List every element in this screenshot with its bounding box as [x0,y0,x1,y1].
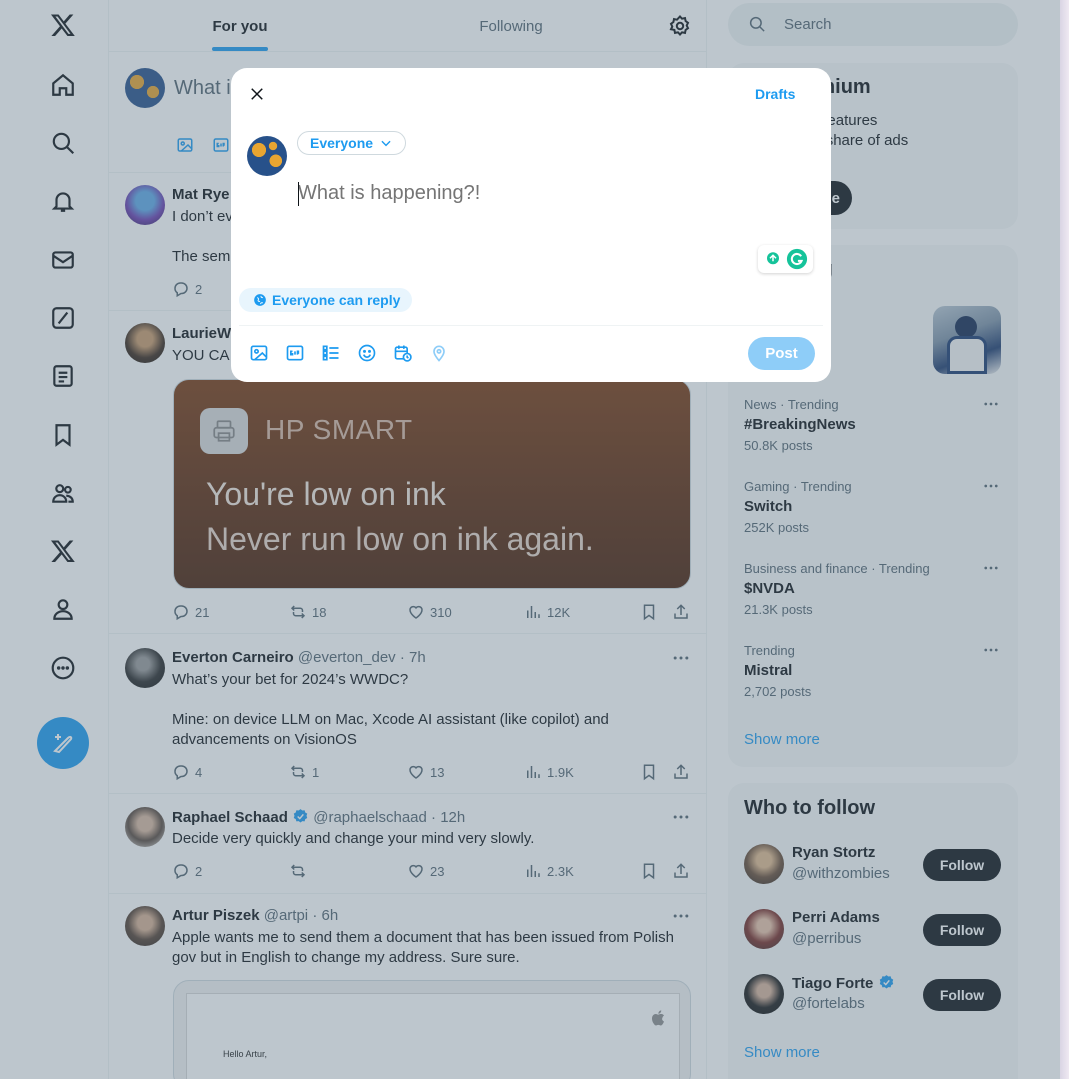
window-edge [1060,0,1069,1079]
text-cursor [298,182,299,206]
gif-icon[interactable] [285,343,305,363]
grammarly-widget[interactable] [758,245,813,273]
my-avatar[interactable] [247,136,287,176]
schedule-icon[interactable] [393,343,413,363]
close-icon [251,88,263,100]
audience-label: Everyone [310,135,374,151]
drafts-button[interactable]: Drafts [755,86,795,102]
audience-selector[interactable]: Everyone [297,131,407,155]
image-icon[interactable] [249,343,269,363]
poll-icon[interactable] [321,343,341,363]
emoji-icon[interactable] [357,343,377,363]
location-icon[interactable] [429,343,449,363]
reply-setting-label: Everyone can reply [272,292,401,308]
post-text-input[interactable] [298,182,778,205]
divider [239,325,823,326]
app-window: For you Following What i Mat Rye I don’t… [0,0,1060,1079]
grammarly-icon [786,248,807,270]
post-button[interactable]: Post [748,337,815,370]
grammarly-suggestion-icon [766,252,779,265]
reply-settings-button[interactable]: Everyone can reply [239,288,413,312]
close-button[interactable] [245,82,269,106]
chevron-down-icon [381,140,391,147]
compose-post-dialog: Drafts Everyone Everyone can reply Post [231,68,831,382]
globe-icon [254,294,266,306]
